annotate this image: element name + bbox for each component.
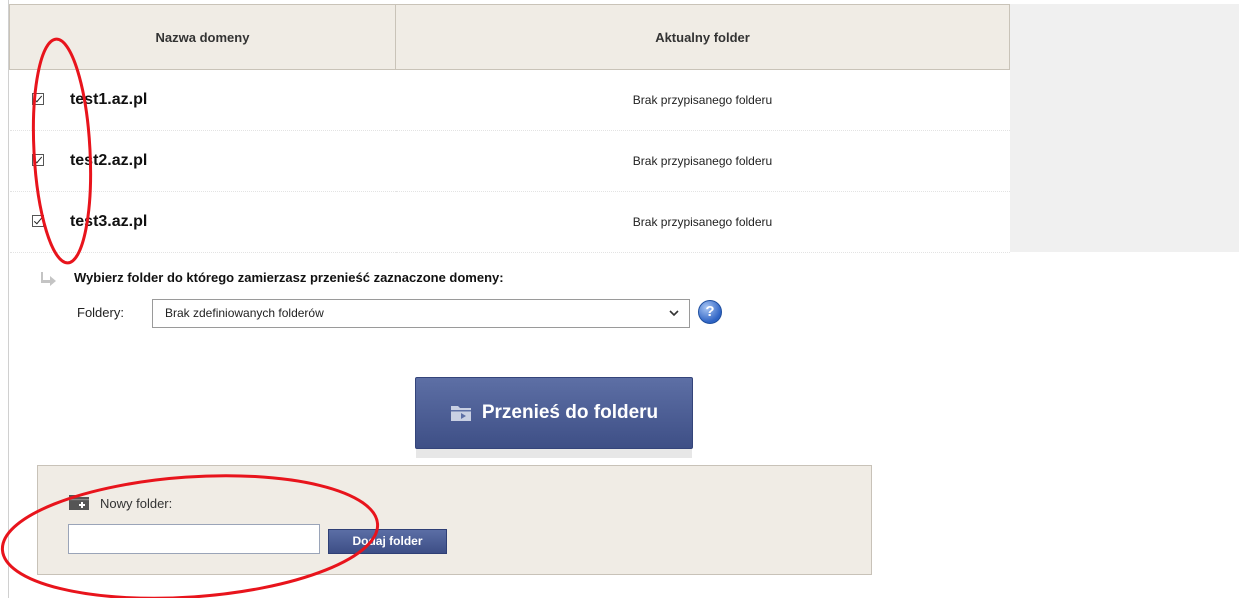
help-icon[interactable]: ? bbox=[698, 300, 722, 324]
right-panel bbox=[1010, 4, 1239, 252]
new-folder-input[interactable] bbox=[68, 524, 320, 554]
domain-name[interactable]: test2.az.pl bbox=[70, 152, 147, 169]
table-row: test2.az.pl Brak przypisanego folderu bbox=[9, 130, 1010, 192]
checkbox-icon[interactable] bbox=[31, 92, 44, 105]
move-to-folder-label: Przenieś do folderu bbox=[481, 402, 659, 423]
table-row: test1.az.pl Brak przypisanego folderu bbox=[9, 69, 1010, 131]
chevron-down-icon bbox=[669, 310, 679, 317]
checkbox-icon[interactable] bbox=[31, 153, 44, 166]
folder-add-icon bbox=[69, 495, 89, 510]
new-folder-label: Nowy folder: bbox=[100, 496, 173, 511]
folders-select[interactable]: Brak zdefiniowanych folderów bbox=[152, 299, 690, 328]
arrow-right-icon bbox=[41, 272, 56, 286]
folder-move-icon bbox=[450, 406, 471, 421]
folders-select-value: Brak zdefiniowanych folderów bbox=[165, 306, 324, 320]
domain-cell: test2.az.pl bbox=[9, 130, 396, 192]
move-prompt: Wybierz folder do którego zamierzasz prz… bbox=[74, 270, 504, 285]
move-button-shadow bbox=[416, 448, 692, 458]
add-folder-button[interactable]: Dodaj folder bbox=[328, 529, 447, 554]
domain-name[interactable]: test1.az.pl bbox=[70, 91, 147, 108]
table-row: test3.az.pl Brak przypisanego folderu bbox=[9, 191, 1010, 253]
folder-cell: Brak przypisanego folderu bbox=[395, 191, 1010, 253]
table-header-row: Nazwa domeny Aktualny folder bbox=[9, 4, 1010, 70]
domain-cell: test3.az.pl bbox=[9, 191, 396, 253]
domains-table: Nazwa domeny Aktualny folder test1.az.pl… bbox=[9, 4, 1010, 253]
new-folder-panel: Nowy folder: Dodaj folder bbox=[37, 465, 872, 575]
folders-label: Foldery: bbox=[77, 305, 124, 320]
move-to-folder-button[interactable]: Przenieś do folderu bbox=[415, 377, 693, 449]
column-header-domain[interactable]: Nazwa domeny bbox=[9, 4, 396, 70]
domain-cell: test1.az.pl bbox=[9, 69, 396, 131]
column-header-folder[interactable]: Aktualny folder bbox=[395, 4, 1010, 70]
checkbox-icon[interactable] bbox=[31, 214, 44, 227]
folder-cell: Brak przypisanego folderu bbox=[395, 69, 1010, 131]
domain-name[interactable]: test3.az.pl bbox=[70, 213, 147, 230]
folder-cell: Brak przypisanego folderu bbox=[395, 130, 1010, 192]
